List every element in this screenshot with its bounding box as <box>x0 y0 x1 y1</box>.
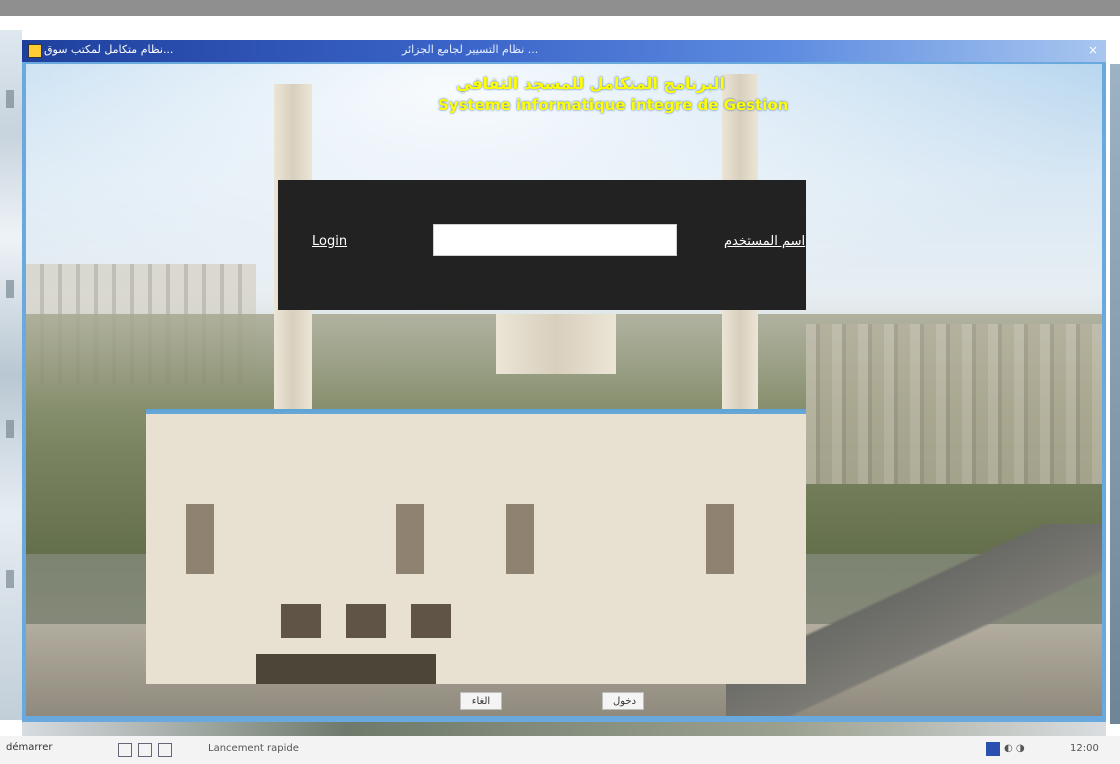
window-titlebar[interactable]: نظام متكامل لمكتب سوق... نظام التسيير لج… <box>22 40 1106 62</box>
login-label-right: اسم المستخدم <box>724 234 806 249</box>
tray-icons: ◐ ◑ <box>1004 743 1025 754</box>
login-label-left: Login <box>312 234 348 249</box>
desktop-background-strip <box>22 722 1106 736</box>
desktop-icon-fragment <box>6 90 14 108</box>
username-input[interactable] <box>433 224 677 256</box>
background-photo: البرنامج المتكامل للمسجد الثقافي Systeme… <box>26 64 1102 716</box>
desktop-icon-fragment <box>6 570 14 588</box>
city-buildings-right <box>806 324 1102 484</box>
dome-building <box>496 314 616 374</box>
top-border <box>0 0 1120 16</box>
heading-latin: Systeme informatique integre de Gestion <box>438 96 789 114</box>
mosque-door <box>346 604 386 638</box>
window-title-center: نظام التسيير لجامع الجزائر ... <box>402 43 539 56</box>
window-title-left: نظام متكامل لمكتب سوق... <box>44 43 174 56</box>
mosque-door <box>411 604 451 638</box>
mosque-window <box>186 504 214 574</box>
quicklaunch-icon[interactable] <box>158 743 172 757</box>
start-button[interactable]: démarrer <box>6 742 52 753</box>
desktop-left-edge <box>0 30 22 720</box>
app-icon <box>28 44 42 58</box>
quicklaunch-icon[interactable] <box>118 743 132 757</box>
cancel-button[interactable]: الغاء <box>460 692 502 710</box>
mosque-door <box>281 604 321 638</box>
tray-monitor-icon[interactable] <box>986 742 1000 756</box>
quicklaunch-icon[interactable] <box>138 743 152 757</box>
heading-arabic: البرنامج المتكامل للمسجد الثقافي <box>456 74 725 93</box>
login-panel: Login اسم المستخدم <box>278 180 806 310</box>
taskbar: démarrer Lancement rapide ◐ ◑ 12:00 <box>0 736 1120 764</box>
close-icon[interactable]: × <box>1088 43 1098 57</box>
mosque-facade <box>146 414 806 684</box>
desktop-icon-fragment <box>6 420 14 438</box>
app-window: نظام متكامل لمكتب سوق... نظام التسيير لج… <box>22 40 1106 722</box>
taskbar-program[interactable]: Lancement rapide <box>208 743 299 754</box>
desktop-icon-fragment <box>6 280 14 298</box>
mosque-window <box>706 504 734 574</box>
enter-button[interactable]: دخول <box>602 692 644 710</box>
tray-clock: 12:00 <box>1070 743 1099 754</box>
mosque-window <box>396 504 424 574</box>
desktop-right-edge <box>1110 64 1120 724</box>
mosque-window <box>506 504 534 574</box>
mosque-arcade <box>256 654 436 684</box>
